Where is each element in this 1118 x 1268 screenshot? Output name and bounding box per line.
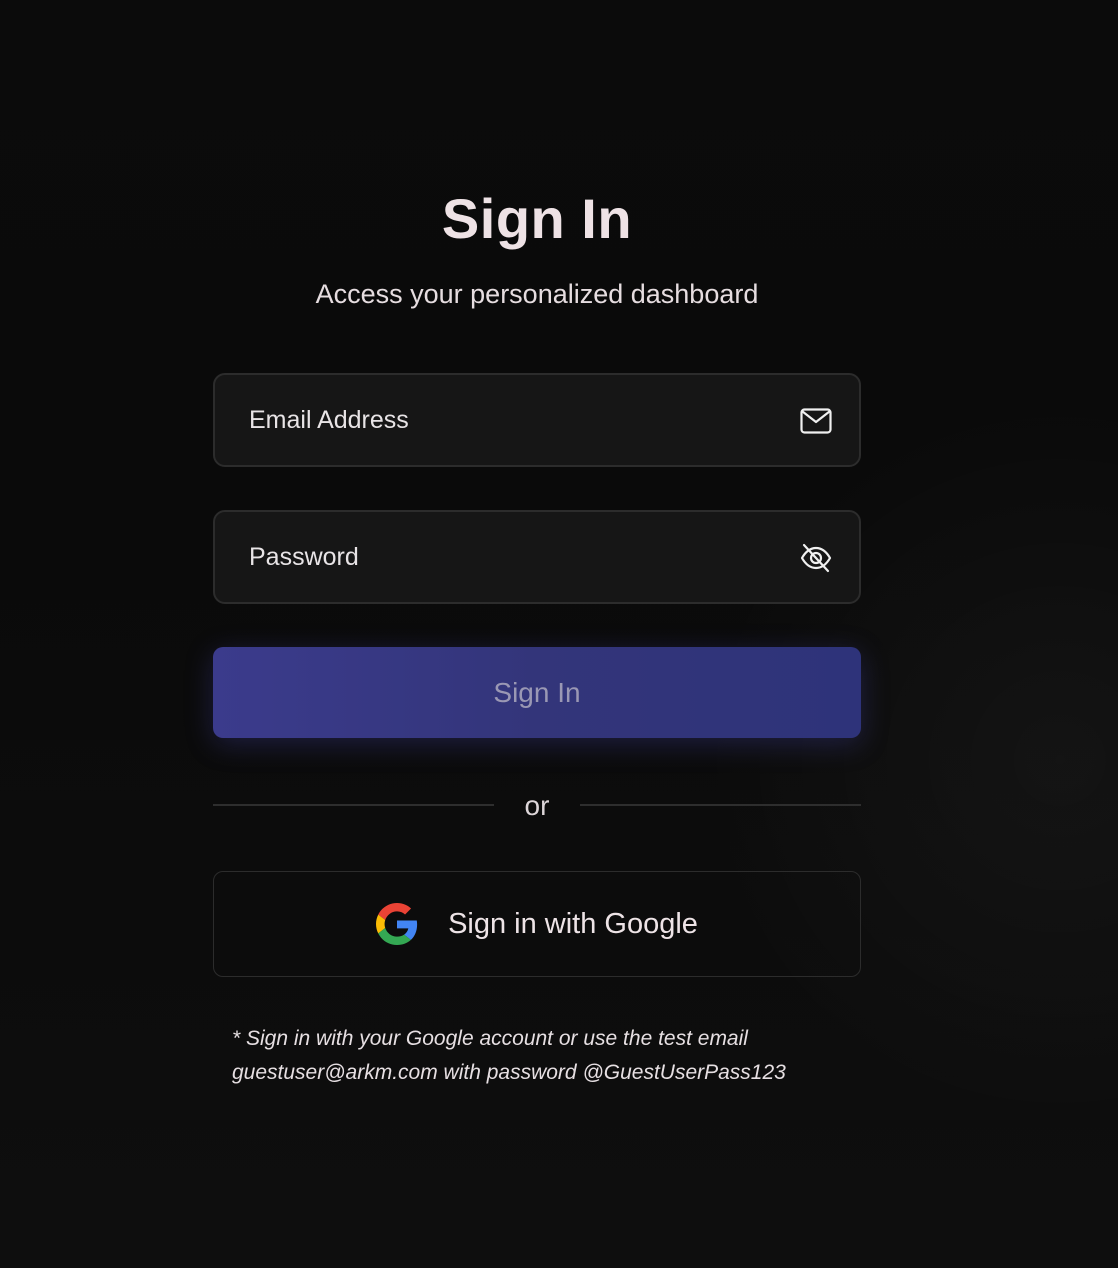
test-credentials-note: * Sign in with your Google account or us… bbox=[232, 1022, 852, 1090]
page-subtitle: Access your personalized dashboard bbox=[315, 279, 759, 309]
divider-text: or bbox=[524, 790, 550, 821]
eye-off-icon[interactable] bbox=[799, 541, 833, 575]
page-title: Sign In bbox=[441, 187, 633, 250]
google-button-label: Sign in with Google bbox=[448, 907, 698, 940]
password-field-container bbox=[213, 510, 861, 604]
password-input[interactable] bbox=[249, 512, 769, 602]
mail-icon bbox=[799, 404, 833, 438]
email-input[interactable] bbox=[249, 375, 769, 465]
note-line-1: * Sign in with your Google account or us… bbox=[232, 1027, 748, 1050]
divider-line-right bbox=[580, 804, 861, 806]
note-line-2: guestuser@arkm.com with password @GuestU… bbox=[232, 1061, 786, 1084]
google-icon bbox=[376, 903, 418, 945]
or-divider: or bbox=[213, 786, 861, 826]
sign-in-button[interactable]: Sign In bbox=[213, 647, 861, 738]
google-sign-in-button[interactable]: Sign in with Google bbox=[213, 871, 861, 977]
email-field-container bbox=[213, 373, 861, 467]
